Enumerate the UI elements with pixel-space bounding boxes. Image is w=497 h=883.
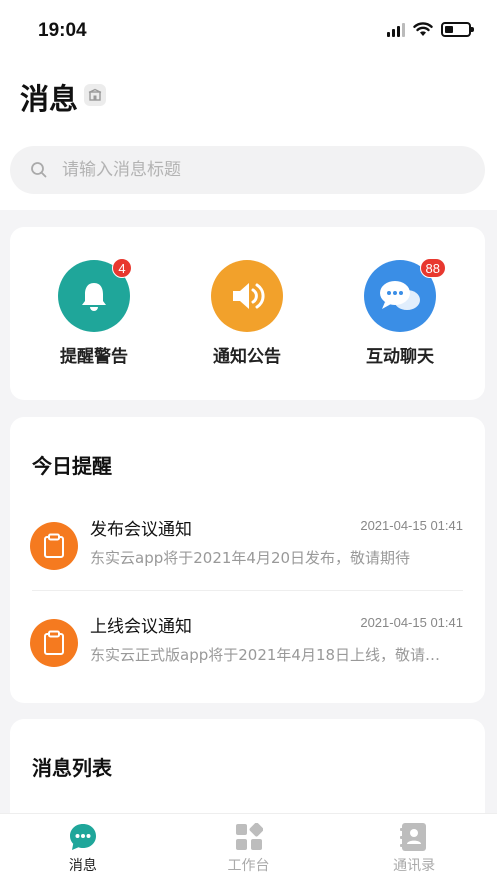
- alerts-badge: 4: [112, 258, 132, 278]
- message-time: 2021-04-15 01:41: [360, 518, 463, 533]
- bottom-tab-bar: 消息 工作台 通讯录: [0, 813, 497, 883]
- today-reminders-card: 今日提醒 发布会议通知 2021-04-15 01:41 东实云app将于202…: [10, 417, 485, 703]
- chat-icon: 88: [364, 258, 446, 332]
- tab-label: 通讯录: [393, 858, 436, 874]
- message-title: 上线会议通知: [90, 617, 192, 637]
- message-time: 2021-04-15 01:41: [360, 615, 463, 630]
- search-input[interactable]: [62, 160, 442, 180]
- divider: [32, 590, 463, 591]
- chat-badge: 88: [419, 258, 446, 278]
- contacts-icon: [399, 822, 429, 852]
- tab-label: 消息: [68, 858, 97, 874]
- workbench-icon: [234, 822, 264, 852]
- message-title: 发布会议通知: [90, 520, 192, 540]
- list-item[interactable]: 发布会议通知 2021-04-15 01:41 东实云app将于2021年4月2…: [10, 515, 485, 599]
- quick-action-alerts[interactable]: 4 提醒警告: [34, 258, 154, 367]
- tab-messages[interactable]: 消息: [0, 814, 166, 883]
- speaker-icon: [211, 260, 283, 332]
- clipboard-icon: [30, 619, 78, 667]
- quick-action-notices[interactable]: 通知公告: [187, 260, 307, 367]
- tab-workbench[interactable]: 工作台: [166, 814, 332, 883]
- quick-action-label: 互动聊天: [366, 347, 434, 367]
- wifi-icon: [413, 22, 433, 36]
- bell-icon: 4: [58, 258, 132, 332]
- battery-icon: [441, 22, 474, 37]
- search-bar[interactable]: [10, 146, 485, 194]
- building-icon[interactable]: [84, 84, 106, 106]
- message-body: 东实云app将于2021年4月20日发布，敬请期待: [90, 549, 411, 567]
- quick-action-label: 提醒警告: [60, 347, 128, 367]
- message-icon: [68, 822, 98, 852]
- status-bar: 19:04: [0, 0, 497, 62]
- tab-label: 工作台: [227, 858, 270, 874]
- page-title: 消息: [20, 82, 79, 116]
- quick-actions-card: 4 提醒警告 通知公告 88 互动聊天: [10, 227, 485, 400]
- tab-contacts[interactable]: 通讯录: [331, 814, 497, 883]
- status-icons: [387, 22, 474, 37]
- search-icon: [31, 162, 47, 178]
- clipboard-icon: [30, 522, 78, 570]
- section-title-today: 今日提醒: [32, 454, 112, 478]
- message-body: 东实云正式版app将于2021年4月18日上线，敬请期待: [90, 646, 452, 664]
- quick-action-chat[interactable]: 88 互动聊天: [340, 258, 460, 367]
- section-title-message-list: 消息列表: [32, 756, 112, 780]
- cellular-signal-icon: [387, 22, 405, 37]
- list-item[interactable]: 上线会议通知 2021-04-15 01:41 东实云正式版app将于2021年…: [10, 612, 485, 696]
- quick-action-label: 通知公告: [213, 347, 281, 367]
- status-time: 19:04: [38, 20, 87, 41]
